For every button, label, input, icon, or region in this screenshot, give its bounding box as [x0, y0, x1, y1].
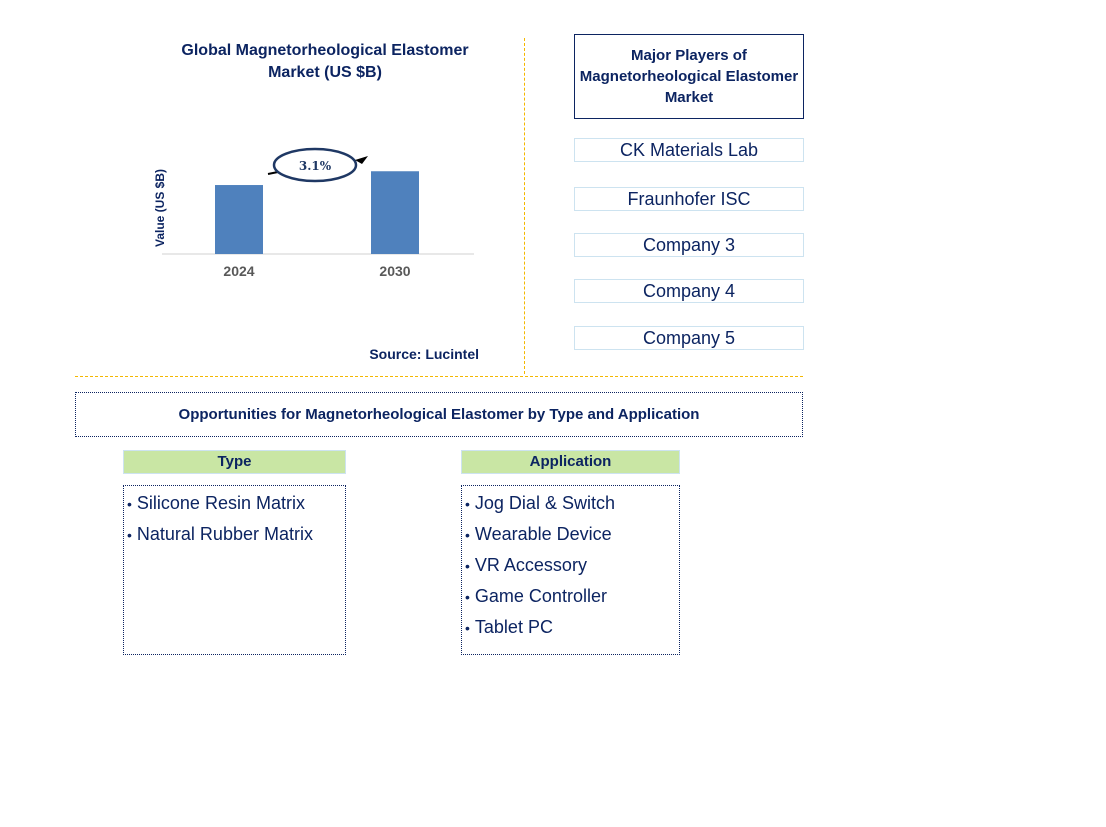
application-list: • Jog Dial & Switch • Wearable Device • VR …: [461, 485, 680, 655]
bullet-icon: •: [465, 589, 470, 605]
player-item: Company 5: [574, 326, 804, 350]
application-header: Application: [461, 450, 680, 474]
bar-2030: [371, 171, 419, 254]
player-item: CK Materials Lab: [574, 138, 804, 162]
players-title: Major Players of Magnetorheological Elas…: [574, 34, 804, 119]
player-item: Company 3: [574, 233, 804, 257]
bar-2024: [215, 185, 263, 254]
type-item: • Silicone Resin Matrix: [127, 493, 305, 513]
opportunities-title: Opportunities for Magnetorheological Ela…: [75, 392, 803, 437]
application-item: • VR Accessory: [465, 555, 587, 575]
player-item: Company 4: [574, 279, 804, 303]
application-item: • Tablet PC: [465, 617, 553, 637]
bullet-icon: •: [127, 496, 132, 512]
bullet-icon: •: [465, 527, 470, 543]
application-item: • Jog Dial & Switch: [465, 493, 615, 513]
chart-title: Global Magnetorheological Elastomer Mark…: [181, 42, 469, 81]
application-item: • Wearable Device: [465, 524, 612, 544]
x-tick-label: 2024: [223, 263, 254, 279]
source-label: Source: Lucintel: [369, 346, 479, 362]
type-item: • Natural Rubber Matrix: [127, 524, 313, 544]
cagr-label: 3.1%: [299, 159, 332, 173]
type-header: Type: [123, 450, 346, 474]
type-list: • Silicone Resin Matrix • Natural Rubber M…: [123, 485, 346, 655]
bullet-icon: •: [465, 620, 470, 636]
bullet-icon: •: [127, 527, 132, 543]
horizontal-divider: [75, 376, 803, 377]
application-item: • Game Controller: [465, 586, 607, 606]
bullet-icon: •: [465, 496, 470, 512]
cagr-annotation: 3.1%: [267, 147, 368, 183]
player-item: Fraunhofer ISC: [574, 187, 804, 211]
bar-chart: 2024 2030 3.1%: [162, 147, 474, 279]
vertical-divider: [524, 38, 525, 374]
x-tick-label: 2030: [379, 263, 410, 279]
bullet-icon: •: [465, 558, 470, 574]
